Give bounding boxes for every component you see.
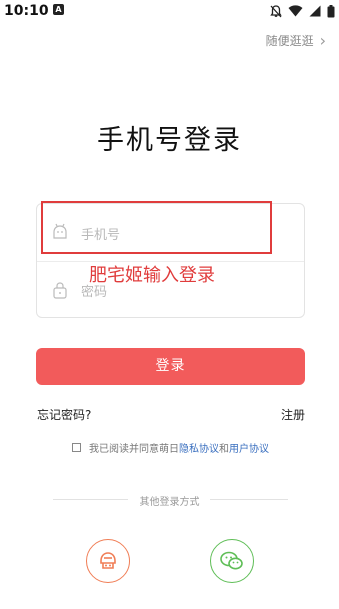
notifications-off-icon — [270, 4, 282, 17]
wechat-icon — [220, 551, 243, 570]
login-button[interactable]: 登录 — [36, 348, 305, 385]
weibo-icon — [100, 552, 116, 569]
skip-login-link[interactable]: 随便逛逛 › — [266, 31, 326, 50]
battery-icon — [327, 4, 335, 17]
skip-label: 随便逛逛 — [265, 34, 314, 48]
wifi-icon — [288, 5, 303, 17]
register-link[interactable]: 注册 — [281, 406, 305, 423]
page-title: 手机号登录 — [97, 125, 242, 156]
status-bar: 10:10 A — [0, 0, 339, 22]
wechat-login-button[interactable] — [210, 539, 254, 583]
agreement-prefix: 我已阅读并同意萌日 — [89, 444, 179, 455]
annotation-text: 肥宅姬输入登录 — [89, 265, 215, 286]
app-notification-icon: A — [53, 4, 64, 15]
forgot-password-link[interactable]: 忘记密码? — [37, 406, 91, 423]
annotation-highlight-box — [41, 201, 272, 254]
lock-icon — [53, 282, 67, 299]
user-agreement-link[interactable]: 用户协议 — [229, 444, 269, 455]
privacy-policy-link[interactable]: 隐私协议 — [179, 444, 219, 455]
agreement-row: 我已阅读并同意萌日隐私协议和用户协议 — [72, 440, 269, 455]
status-time: 10:10 — [4, 3, 49, 19]
chevron-right-icon: › — [319, 31, 326, 50]
signal-icon — [309, 5, 321, 17]
status-icons — [270, 3, 335, 19]
other-login-label: 其他登录方式 — [139, 497, 200, 508]
agreement-checkbox[interactable] — [72, 443, 81, 452]
agreement-and: 和 — [219, 444, 229, 455]
divider-right — [210, 499, 288, 500]
weibo-login-button[interactable] — [86, 539, 130, 583]
